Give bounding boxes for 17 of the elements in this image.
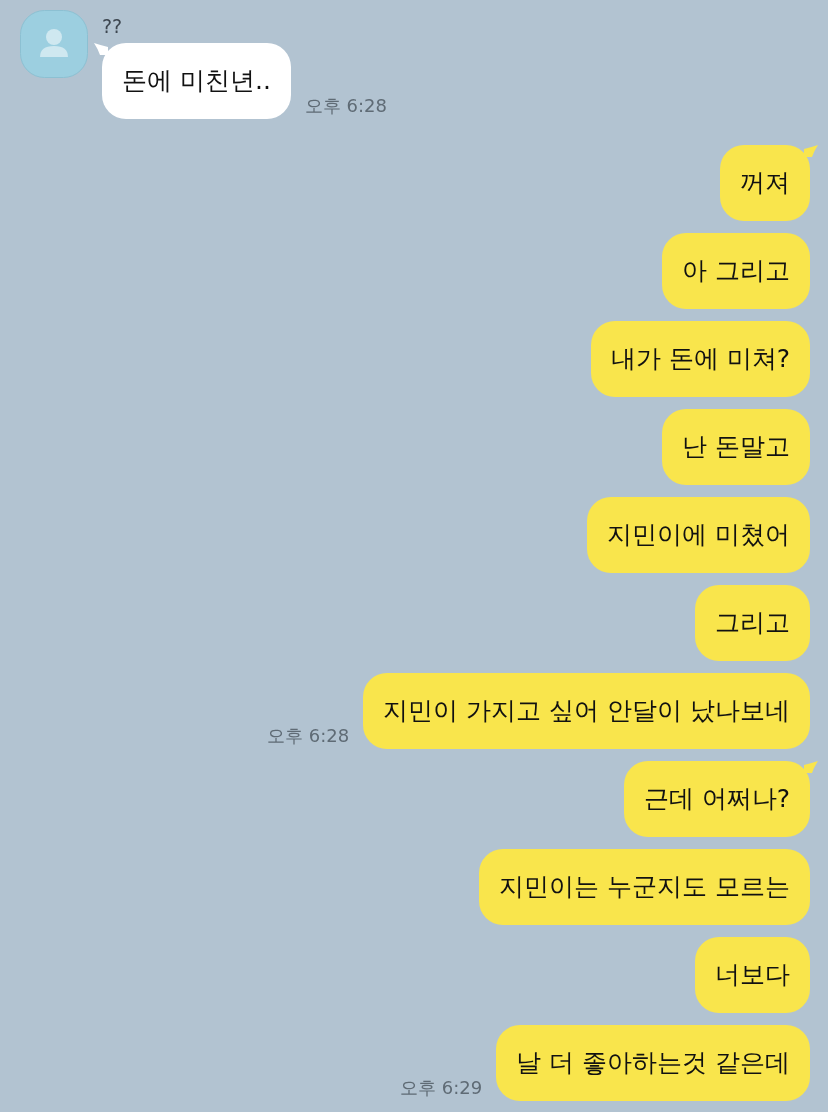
message-bubble: 돈에 미친년.. bbox=[102, 43, 291, 119]
sender-name: ?? bbox=[102, 14, 124, 39]
message-bubble: 너보다 bbox=[695, 937, 810, 1013]
message-bubble: 아 그리고 bbox=[662, 233, 810, 309]
message-bubble: 지민이는 누군지도 모르는 bbox=[479, 849, 810, 925]
message-bubble: 꺼져 bbox=[720, 145, 810, 221]
message-time: 오후 6:28 bbox=[267, 725, 350, 747]
message-time: 오후 6:29 bbox=[400, 1077, 483, 1099]
message-bubble: 그리고 bbox=[695, 585, 810, 661]
message-bubble: 근데 어쩌나? bbox=[623, 761, 810, 837]
message-bubble: 날 더 좋아하는것 같은데 bbox=[496, 1025, 810, 1101]
message-bubble: 지민이 가지고 싶어 안달이 났나보네 bbox=[363, 673, 810, 749]
avatar-icon[interactable] bbox=[20, 10, 88, 78]
message-bubble: 지민이에 미쳤어 bbox=[587, 497, 810, 573]
message-bubble: 내가 돈에 미쳐? bbox=[590, 321, 810, 397]
message-bubble: 난 돈말고 bbox=[662, 409, 810, 485]
message-time: 오후 6:28 bbox=[304, 95, 387, 117]
